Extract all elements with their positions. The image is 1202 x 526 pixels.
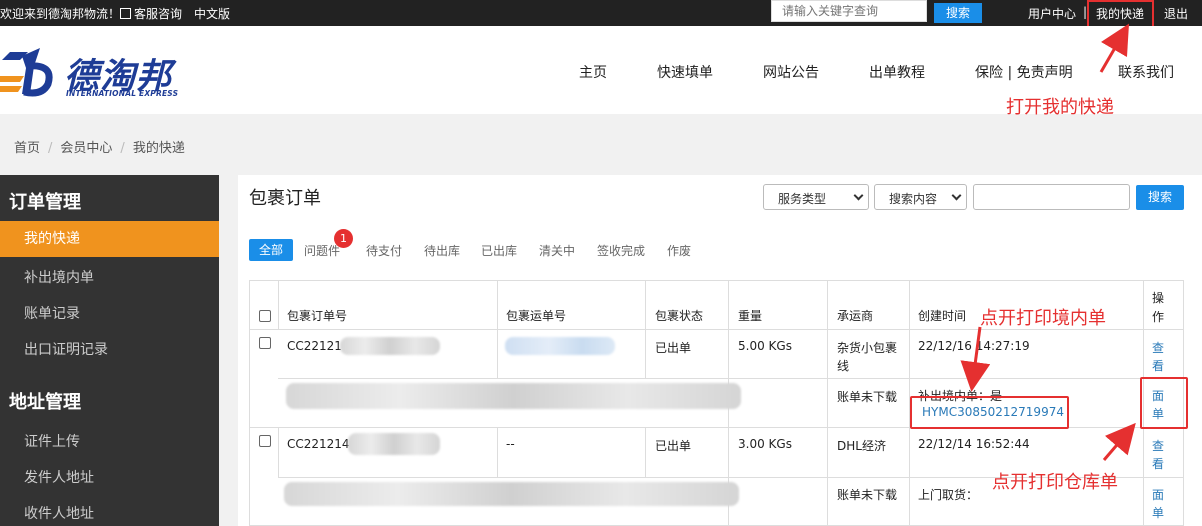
header-weight: 重量: [738, 309, 763, 323]
sidebar-group-address: 地址管理: [9, 392, 81, 413]
sidebar-item-export-proof[interactable]: 出口证明记录: [24, 339, 108, 359]
row-checkbox[interactable]: [259, 435, 271, 447]
order-number: CC22121: [287, 339, 342, 353]
header-carrier: 承运商: [837, 309, 874, 323]
logo-subtitle: INTERNATIONAL EXPRESS: [66, 89, 179, 98]
nav-tutorial[interactable]: 出单教程: [869, 62, 925, 82]
welcome-text: 欢迎来到德淘邦物流！: [0, 7, 121, 21]
customer-service-label: 客服咨询: [134, 7, 183, 21]
order-search-button[interactable]: 搜索: [1136, 185, 1184, 210]
annotation-highlight-box: [1140, 377, 1188, 429]
top-search-button[interactable]: 搜索: [934, 3, 982, 23]
tab-customs[interactable]: 清关中: [539, 242, 575, 259]
annotation-print-domestic: 点开打印境内单: [980, 308, 1106, 329]
chevron-down-icon: [951, 190, 962, 201]
carrier-text: 杂货小包裹线: [837, 341, 898, 373]
sidebar-item-my-express[interactable]: 我的快递: [0, 221, 219, 257]
redacted-waybill: [505, 337, 615, 355]
breadcrumb-member[interactable]: 会员中心: [60, 141, 112, 156]
carrier-text: DHL经济: [837, 439, 886, 453]
user-center-link[interactable]: 用户中心: [1028, 5, 1076, 22]
weight-text: 3.00 KGs: [738, 437, 792, 451]
logout-link[interactable]: 退出: [1164, 5, 1188, 22]
tab-problem[interactable]: 问题件: [304, 242, 340, 259]
pickup-label: 上门取货：: [918, 488, 979, 502]
redacted-address: [286, 383, 741, 409]
breadcrumb-current: 我的快递: [132, 141, 185, 156]
status-text: 已出单: [655, 341, 692, 355]
order-number: CC221214: [287, 437, 350, 451]
select-all-checkbox[interactable]: [259, 310, 271, 322]
view-order-link[interactable]: 查看: [1152, 339, 1166, 375]
chevron-down-icon: [853, 190, 864, 201]
status-text: 已出单: [655, 439, 692, 453]
tab-pending-dispatch[interactable]: 待出库: [424, 242, 460, 259]
redacted-order-number: [340, 337, 440, 355]
nav-announcements[interactable]: 网站公告: [763, 62, 819, 82]
sidebar-item-bills[interactable]: 账单记录: [24, 303, 80, 323]
sidebar-group-orders: 订单管理: [9, 192, 81, 213]
print-sheet-link[interactable]: 面单: [1152, 486, 1166, 522]
page-title: 包裹订单: [249, 188, 321, 209]
customer-service-link[interactable]: 客服咨询: [120, 5, 182, 22]
view-order-link[interactable]: 查看: [1152, 437, 1166, 473]
brand-logo[interactable]: 德淘邦 INTERNATIONAL EXPRESS: [0, 44, 180, 104]
sidebar: 订单管理 我的快递 补出境内单 账单记录 出口证明记录 地址管理 证件上传 发件…: [0, 175, 219, 526]
redacted-address: [284, 482, 739, 506]
tab-pending-payment[interactable]: 待支付: [366, 242, 402, 259]
chat-icon: [120, 8, 131, 19]
waybill-text: --: [506, 437, 515, 451]
header-status: 包裹状态: [655, 309, 704, 323]
nav-insurance[interactable]: 保险 | 免责声明: [975, 62, 1073, 82]
order-search-input[interactable]: [973, 184, 1130, 210]
weight-text: 5.00 KGs: [738, 339, 792, 353]
annotation-print-warehouse: 点开打印仓库单: [992, 472, 1118, 493]
sidebar-item-id-upload[interactable]: 证件上传: [24, 431, 80, 451]
service-type-select[interactable]: 服务类型: [763, 184, 869, 210]
nav-contact[interactable]: 联系我们: [1118, 62, 1174, 82]
search-field-select[interactable]: 搜索内容: [874, 184, 967, 210]
keyword-search-input[interactable]: [771, 0, 927, 22]
annotation-open-my-express: 打开我的快递: [1006, 97, 1114, 118]
bill-status: 账单未下载: [837, 390, 898, 404]
redacted-order-number: [348, 433, 440, 455]
sidebar-item-sender[interactable]: 发件人地址: [24, 467, 94, 487]
header-actions: 操作: [1152, 291, 1165, 324]
breadcrumb-home[interactable]: 首页: [14, 141, 40, 156]
tab-dispatched[interactable]: 已出库: [481, 242, 517, 259]
header-waybill: 包裹运单号: [506, 309, 567, 323]
bill-status: 账单未下载: [837, 488, 898, 502]
language-switch[interactable]: 中文版: [194, 5, 230, 22]
problem-count-badge: 1: [334, 229, 353, 248]
created-time: 22/12/16 14:27:19: [918, 339, 1030, 353]
sidebar-item-supplement[interactable]: 补出境内单: [24, 267, 94, 287]
service-type-value: 服务类型: [778, 192, 827, 206]
logo-mark-icon: [0, 48, 53, 97]
header-order-no: 包裹订单号: [287, 309, 348, 323]
nav-quick-fill[interactable]: 快速填单: [657, 62, 713, 82]
annotation-highlight-box: [910, 396, 1069, 429]
tab-void[interactable]: 作废: [667, 242, 691, 259]
row-checkbox[interactable]: [259, 337, 271, 349]
top-bar: 欢迎来到德淘邦物流！ 客服咨询 中文版 搜索 用户中心 | 我的快递 退出: [0, 0, 1202, 29]
annotation-highlight-box: [1087, 0, 1154, 29]
search-field-value: 搜索内容: [889, 192, 938, 206]
header-created: 创建时间: [918, 309, 967, 323]
tab-all[interactable]: 全部: [249, 239, 293, 261]
breadcrumb: 首页 / 会员中心 / 我的快递: [14, 141, 185, 156]
created-time: 22/12/14 16:52:44: [918, 437, 1030, 451]
sidebar-item-recipient[interactable]: 收件人地址: [24, 503, 94, 523]
tab-delivered[interactable]: 签收完成: [597, 242, 645, 259]
nav-home[interactable]: 主页: [579, 62, 607, 82]
